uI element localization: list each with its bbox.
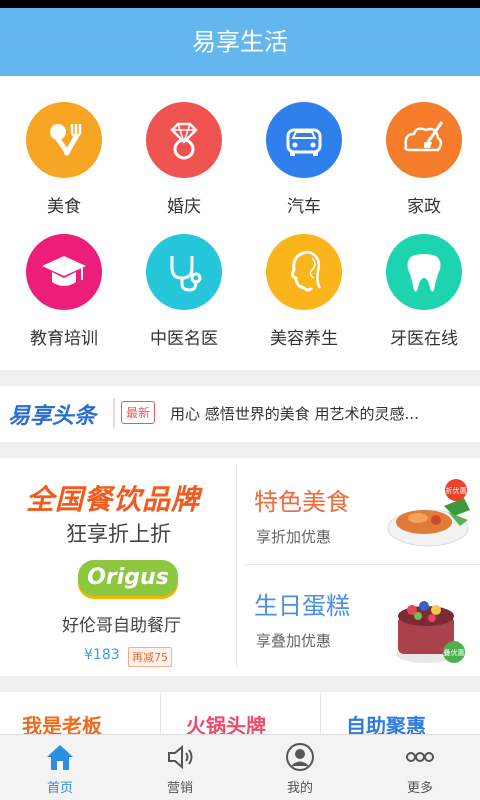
promo-title: 全国餐饮品牌 — [26, 483, 201, 516]
tab-label: 首页 — [46, 781, 73, 796]
category-education[interactable]: 教育培训 — [4, 234, 124, 349]
tab-marketing[interactable]: 营销 — [120, 735, 240, 800]
card-subtitle: 享叠加优惠 — [256, 632, 332, 650]
featured-card-boss[interactable]: 我是老板 — [22, 710, 102, 734]
graduation-cap-icon — [26, 234, 102, 310]
status-bar — [0, 0, 480, 8]
category-label: 家政 — [407, 197, 441, 217]
category-grid: 美食 婚庆 汽车 家政 教育培训 中医名医 美容养生 牙医在线 — [0, 76, 480, 370]
category-tcm-doctor[interactable]: 中医名医 — [124, 234, 244, 349]
more-icon — [406, 752, 434, 762]
divider — [244, 564, 480, 565]
featured-card-buffet[interactable]: 自助聚惠 — [346, 710, 426, 734]
fork-knife-icon — [26, 102, 102, 178]
category-label: 婚庆 — [167, 197, 201, 217]
food-dish-image: 折优惠 — [387, 479, 470, 547]
car-icon — [266, 102, 342, 178]
beauty-face-icon — [266, 234, 342, 310]
tab-label: 我的 — [286, 781, 313, 796]
category-label: 教育培训 — [30, 329, 98, 349]
news-headline[interactable]: 用心 感悟世界的美食 用艺术的灵感... — [170, 403, 419, 424]
category-label: 美食 — [47, 197, 81, 217]
badge-text: 叠优惠 — [444, 648, 465, 657]
category-car[interactable]: 汽车 — [244, 102, 364, 217]
featured-card-hotpot[interactable]: 火锅头牌 — [186, 710, 266, 734]
promo-section: 全国餐饮品牌 狂享折上折 Origus 好伦哥自助餐厅 ¥183 再减75 特色… — [0, 458, 480, 676]
category-label: 美容养生 — [270, 329, 338, 349]
news-ticker[interactable]: 易享头条 最新 用心 感悟世界的美食 用艺术的灵感... — [0, 386, 480, 442]
promo-subtitle: 狂享折上折 — [66, 522, 171, 546]
price-label: ¥183 — [84, 647, 120, 663]
featured-cards-row: 我是老板 火锅头牌 自助聚惠 — [0, 692, 480, 734]
category-wedding[interactable]: 婚庆 — [124, 102, 244, 217]
tab-more[interactable]: 更多 — [360, 735, 480, 800]
discount-tag: 再减75 — [128, 647, 172, 667]
divider — [320, 692, 321, 734]
badge-text: 折优惠 — [446, 486, 467, 495]
tab-label: 营销 — [166, 781, 193, 796]
user-icon — [286, 743, 314, 771]
cake-image: 叠优惠 — [396, 601, 465, 663]
tab-mine[interactable]: 我的 — [240, 735, 360, 800]
divider — [113, 398, 115, 428]
category-dentist[interactable]: 牙医在线 — [364, 234, 480, 349]
card-title: 生日蛋糕 — [254, 592, 350, 620]
app-title: 易享生活 — [0, 8, 480, 76]
category-food[interactable]: 美食 — [4, 102, 124, 217]
restaurant-name: 好伦哥自助餐厅 — [62, 616, 181, 636]
category-beauty[interactable]: 美容养生 — [244, 234, 364, 349]
restaurant-logo: Origus — [78, 560, 178, 596]
home-icon — [47, 745, 73, 770]
tooth-icon — [386, 234, 462, 310]
diamond-ring-icon — [146, 102, 222, 178]
cleaning-icon — [386, 102, 462, 178]
card-title: 特色美食 — [254, 488, 350, 516]
news-badge: 最新 — [121, 401, 156, 424]
category-label: 汽车 — [287, 197, 321, 217]
bottom-tab-bar: 首页 营销 我的 更多 — [0, 734, 480, 800]
speaker-icon — [168, 744, 193, 770]
category-label: 牙医在线 — [390, 329, 458, 349]
tab-label: 更多 — [406, 781, 433, 796]
stethoscope-icon — [146, 234, 222, 310]
card-subtitle: 享折加优惠 — [256, 528, 332, 546]
news-brand-logo: 易享头条 — [8, 404, 97, 429]
category-housekeeping[interactable]: 家政 — [364, 102, 480, 217]
divider — [160, 692, 161, 734]
divider — [236, 466, 237, 668]
tab-home[interactable]: 首页 — [0, 735, 120, 800]
category-label: 中医名医 — [150, 329, 218, 349]
